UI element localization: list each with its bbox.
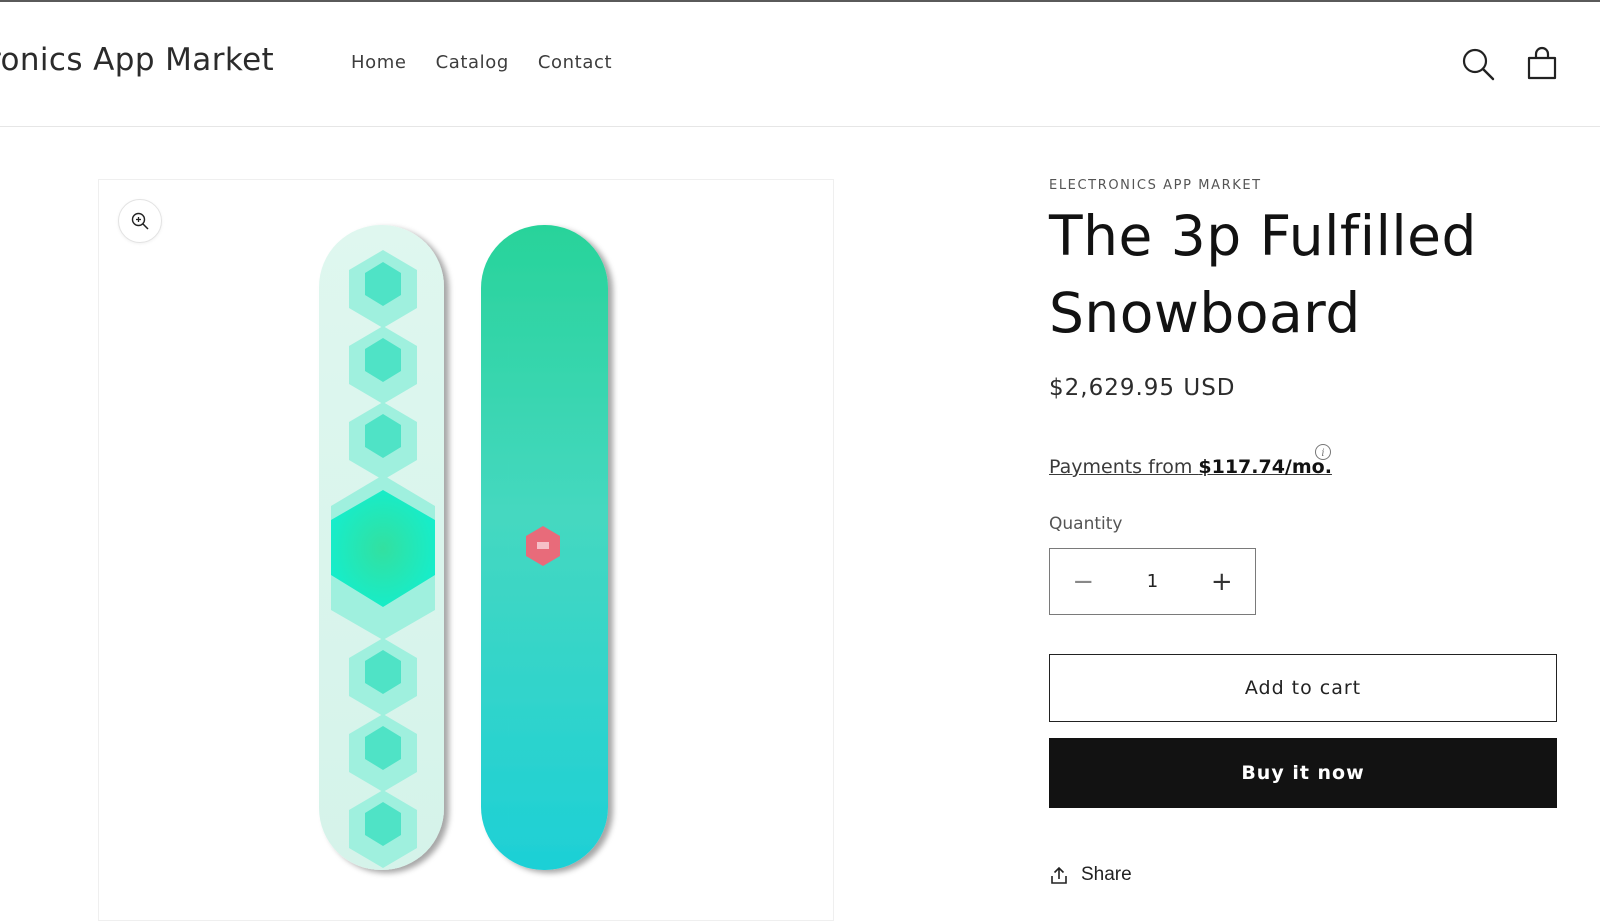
info-icon[interactable]: i [1314,443,1332,461]
installments-link[interactable]: Payments from $117.74/mo. [1049,456,1332,478]
snowboard-image[interactable] [99,180,833,920]
quantity-decrease-button[interactable]: − [1050,549,1117,614]
product-info: ELECTRONICS APP MARKET The 3p Fulfilled … [1049,178,1559,885]
quantity-increase-button[interactable]: + [1189,549,1256,614]
svg-text:i: i [1321,448,1324,459]
nav-contact[interactable]: Contact [538,52,612,73]
main-nav: Home Catalog Contact [351,52,612,73]
search-icon[interactable] [1460,46,1496,82]
store-logo[interactable]: ctronics App Market [0,42,274,78]
cart-icon[interactable] [1524,46,1560,82]
quantity-label: Quantity [1049,514,1123,534]
title-line-2: Snowboard [1049,281,1361,345]
quantity-stepper: − + [1049,548,1256,615]
buy-now-button[interactable]: Buy it now [1049,738,1557,808]
magnify-plus-icon [131,212,149,230]
title-line-1: The 3p Fulfilled [1049,204,1477,268]
product-media [98,179,834,921]
payments-prefix: Payments from [1049,456,1199,478]
nav-home[interactable]: Home [351,52,407,73]
product-vendor: ELECTRONICS APP MARKET [1049,178,1262,193]
share-label: Share [1081,864,1132,885]
quantity-input[interactable] [1116,570,1189,593]
product-title: The 3p Fulfilled Snowboard [1049,198,1559,352]
payments-amount: $117.74/mo. [1198,456,1332,478]
nav-catalog[interactable]: Catalog [436,52,509,73]
site-header: ctronics App Market Home Catalog Contact [0,2,1600,127]
share-button[interactable]: Share [1049,864,1132,886]
zoom-button[interactable] [118,199,162,243]
add-to-cart-button[interactable]: Add to cart [1049,654,1557,722]
product-price: $2,629.95 USD [1049,375,1236,401]
share-icon [1051,866,1067,884]
